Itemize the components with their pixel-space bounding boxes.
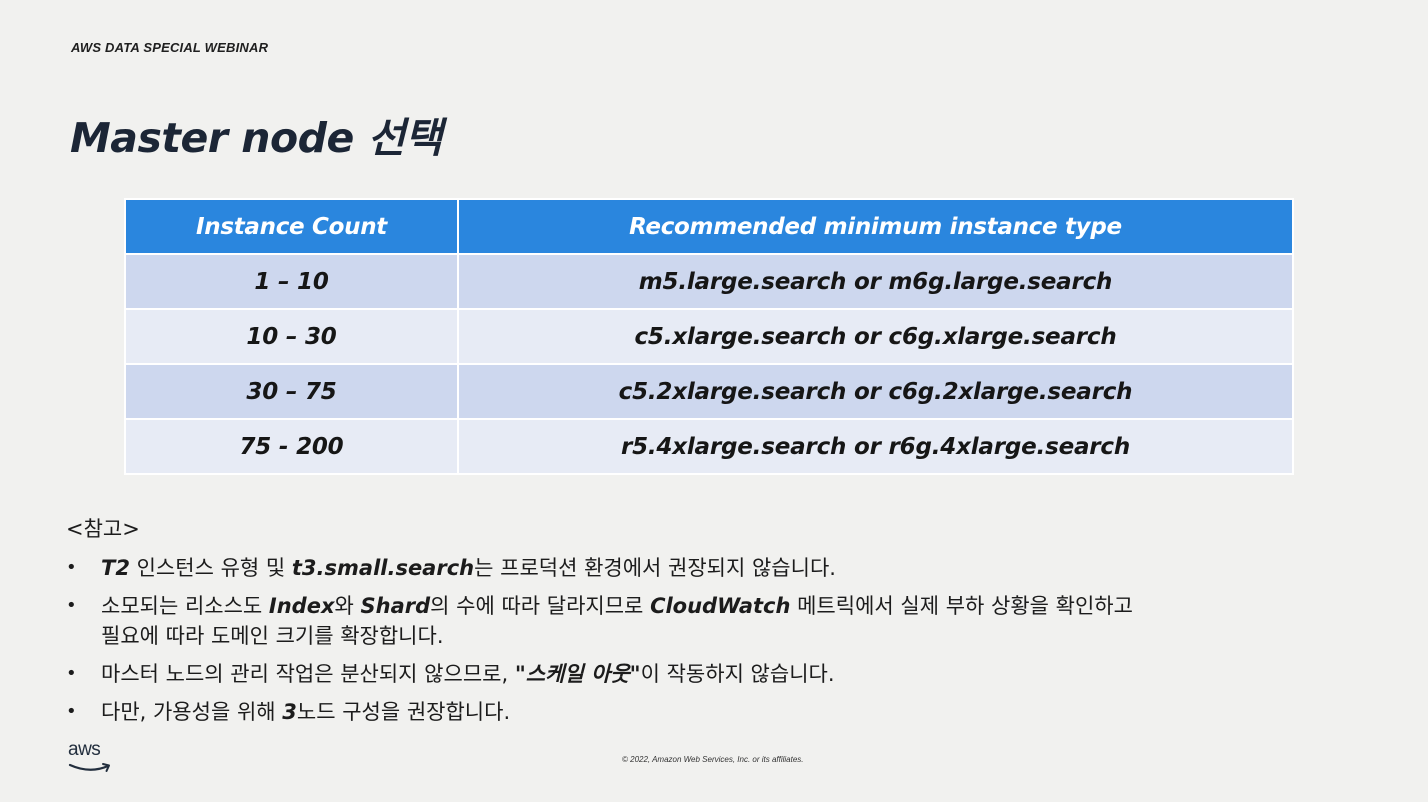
note-emphasis: Index xyxy=(268,594,335,618)
bullet-icon: • xyxy=(66,663,77,684)
note-text: 노드 구성을 권장합니다. xyxy=(296,700,511,724)
note-text: 의 수에 따라 달라지므로 xyxy=(430,594,651,618)
instance-table: Instance Count Recommended minimum insta… xyxy=(124,198,1294,475)
instance-type-cell: m5.large.search or m6g.large.search xyxy=(457,253,1294,310)
table-row: 75 - 200 r5.4xlarge.search or r6g.4xlarg… xyxy=(124,418,1294,475)
note-text: 필요에 따라 도메인 크기를 확장합니다. xyxy=(101,624,444,648)
note-item: • 다만, 가용성을 위해 3노드 구성을 권장합니다. xyxy=(66,697,1326,727)
instance-type-cell: c5.xlarge.search or c6g.xlarge.search xyxy=(457,308,1294,365)
bullet-icon: • xyxy=(66,595,77,616)
instance-count-cell: 10 – 30 xyxy=(124,308,459,365)
note-emphasis: Shard xyxy=(360,594,431,618)
aws-smile-icon xyxy=(68,763,110,772)
aws-logo-text: aws xyxy=(68,739,101,760)
instance-count-cell: 30 – 75 xyxy=(124,363,459,420)
note-emphasis: CloudWatch xyxy=(650,594,791,618)
table-row: 10 – 30 c5.xlarge.search or c6g.xlarge.s… xyxy=(124,308,1294,365)
notes-heading: <참고> xyxy=(66,517,140,541)
note-emphasis: "스케일 아웃" xyxy=(514,662,641,686)
note-emphasis: T2 xyxy=(101,556,130,580)
notes-list: • T2 인스턴스 유형 및 t3.small.search는 프로덕션 환경에서… xyxy=(66,553,1326,735)
bullet-icon: • xyxy=(66,557,77,578)
note-text: 메트릭에서 실제 부하 상황을 확인하고 xyxy=(790,594,1133,618)
bullet-icon: • xyxy=(66,701,77,722)
note-text: 인스턴스 유형 및 xyxy=(129,556,292,580)
note-text: 다만, 가용성을 위해 xyxy=(101,700,283,724)
note-text: 마스터 노드의 관리 작업은 분산되지 않으므로, xyxy=(101,662,515,686)
instance-count-cell: 75 - 200 xyxy=(124,418,459,475)
note-text: 이 작동하지 않습니다. xyxy=(640,662,835,686)
table-row: 1 – 10 m5.large.search or m6g.large.sear… xyxy=(124,253,1294,310)
copyright-text: © 2022, Amazon Web Services, Inc. or its… xyxy=(622,755,804,764)
table-header-row: Instance Count Recommended minimum insta… xyxy=(124,198,1294,255)
instance-count-cell: 1 – 10 xyxy=(124,253,459,310)
instance-type-cell: r5.4xlarge.search or r6g.4xlarge.search xyxy=(457,418,1294,475)
aws-logo: aws xyxy=(68,740,116,774)
table-row: 30 – 75 c5.2xlarge.search or c6g.2xlarge… xyxy=(124,363,1294,420)
note-item: • 마스터 노드의 관리 작업은 분산되지 않으므로, "스케일 아웃"이 작동하… xyxy=(66,659,1326,689)
note-item: • 소모되는 리소스도 Index와 Shard의 수에 따라 달라지므로 Clo… xyxy=(66,591,1326,651)
note-text: 와 xyxy=(334,594,361,618)
note-text: 소모되는 리소스도 xyxy=(101,594,269,618)
note-text: 는 프로덕션 환경에서 권장되지 않습니다. xyxy=(474,556,836,580)
slide-title: Master node 선택 xyxy=(70,114,443,162)
note-emphasis: 3 xyxy=(282,700,297,724)
column-header: Instance Count xyxy=(124,198,459,255)
column-header: Recommended minimum instance type xyxy=(457,198,1294,255)
note-item: • T2 인스턴스 유형 및 t3.small.search는 프로덕션 환경에서… xyxy=(66,553,1326,583)
instance-type-cell: c5.2xlarge.search or c6g.2xlarge.search xyxy=(457,363,1294,420)
note-emphasis: t3.small.search xyxy=(291,556,475,580)
event-label: AWS DATA SPECIAL WEBINAR xyxy=(71,40,269,55)
